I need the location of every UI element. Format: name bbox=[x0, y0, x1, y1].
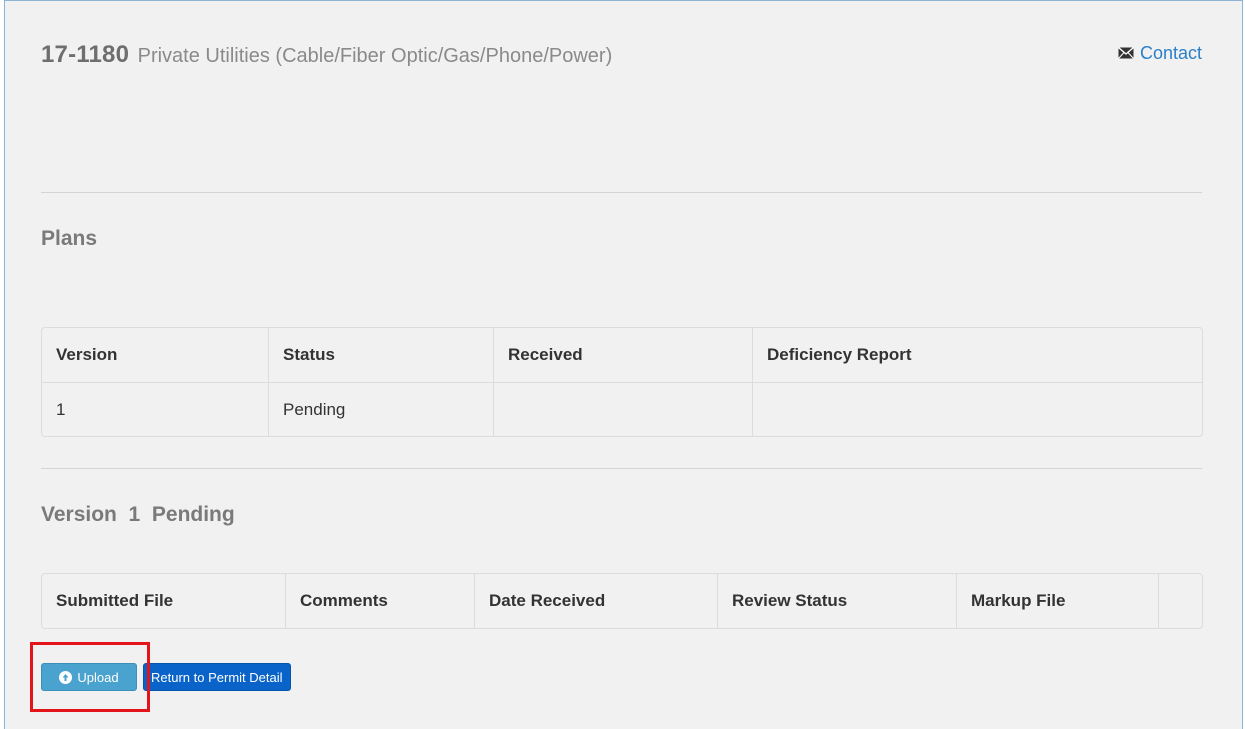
highlight-box bbox=[30, 642, 150, 712]
version-title: Version 1 Pending bbox=[41, 503, 235, 526]
cell-deficiency-report bbox=[753, 382, 1202, 436]
divider bbox=[41, 192, 1202, 193]
return-to-permit-detail-button[interactable]: Return to Permit Detail bbox=[143, 663, 291, 691]
version-files-table: Submitted File Comments Date Received Re… bbox=[41, 573, 1203, 629]
column-header-markup-file: Markup File bbox=[957, 574, 1159, 628]
column-header-status: Status bbox=[269, 328, 494, 382]
cell-status: Pending bbox=[269, 382, 494, 436]
envelope-icon bbox=[1117, 43, 1134, 64]
permit-title: Private Utilities (Cable/Fiber Optic/Gas… bbox=[137, 45, 613, 67]
table-row[interactable]: 1 Pending bbox=[42, 382, 1202, 436]
cell-version: 1 bbox=[42, 382, 269, 436]
table-header-row: Submitted File Comments Date Received Re… bbox=[42, 574, 1202, 628]
contact-link[interactable]: Contact bbox=[1117, 43, 1202, 64]
column-header-deficiency-report: Deficiency Report bbox=[767, 345, 912, 364]
plans-title: Plans bbox=[41, 227, 98, 250]
table-header-row: Version Status Received Deficiency Repor… bbox=[42, 328, 1202, 382]
column-header-comments: Comments bbox=[286, 574, 475, 628]
column-header-review-status: Review Status bbox=[718, 574, 957, 628]
cell-received bbox=[494, 382, 753, 436]
permit-number: 17-1180 bbox=[41, 41, 130, 68]
permit-panel: 17-1180 Private Utilities (Cable/Fiber O… bbox=[4, 0, 1243, 729]
column-header-received: Received bbox=[494, 328, 753, 382]
column-header-submitted-file: Submitted File bbox=[42, 574, 286, 628]
divider bbox=[41, 468, 1202, 469]
column-header-actions bbox=[1159, 574, 1202, 628]
column-header-version: Version bbox=[42, 328, 269, 382]
contact-label: Contact bbox=[1139, 43, 1202, 63]
permit-header: 17-1180 Private Utilities (Cable/Fiber O… bbox=[41, 41, 1202, 81]
column-header-date-received: Date Received bbox=[475, 574, 718, 628]
plans-table: Version Status Received Deficiency Repor… bbox=[41, 327, 1203, 437]
